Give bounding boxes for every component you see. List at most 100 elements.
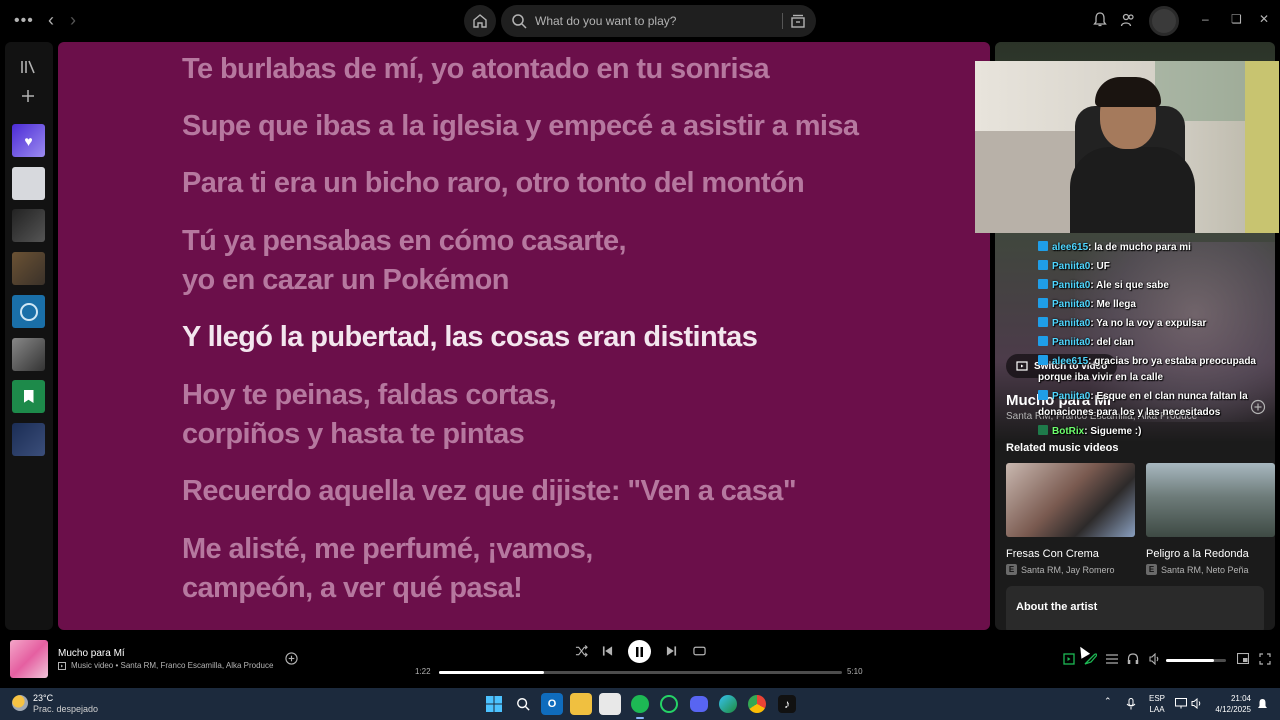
store-app-icon[interactable] xyxy=(599,693,621,715)
maximize-icon[interactable]: ❏ xyxy=(1231,12,1242,26)
explicit-badge: E xyxy=(1146,564,1157,575)
menu-dots-icon[interactable]: ••• xyxy=(14,12,34,30)
lyric-line[interactable]: Me alisté, me perfumé, ¡vamos, xyxy=(182,530,593,569)
related-video-title[interactable]: Fresas Con Crema xyxy=(1006,548,1135,560)
notification-icon[interactable] xyxy=(1257,698,1268,710)
playlist-thumb[interactable] xyxy=(12,295,45,328)
shuffle-icon[interactable] xyxy=(575,645,588,657)
chrome-taskbar-icon[interactable] xyxy=(746,693,768,715)
explicit-badge: E xyxy=(1006,564,1017,575)
search-bar[interactable] xyxy=(501,5,816,37)
video-badge-icon xyxy=(58,661,66,670)
pause-button[interactable] xyxy=(628,640,651,663)
edge-taskbar-icon[interactable] xyxy=(717,693,739,715)
connect-device-icon[interactable] xyxy=(1127,653,1139,665)
progress-fill xyxy=(439,671,544,674)
chat-badge-icon xyxy=(1038,317,1048,327)
artists-text: Santa RM, Neto Peña xyxy=(1161,564,1249,575)
related-video-card[interactable]: Peligro a la Redonda E Santa RM, Neto Peñ… xyxy=(1146,463,1275,575)
mini-player-icon[interactable] xyxy=(1237,653,1249,664)
lyric-line[interactable]: campeón, a ver qué pasa! xyxy=(182,569,523,608)
language-indicator[interactable]: ESP LAA xyxy=(1149,693,1165,715)
system-clock[interactable]: 21:04 4/12/2025 xyxy=(1211,693,1251,715)
playlist-thumb[interactable] xyxy=(12,338,45,371)
speaker-icon[interactable] xyxy=(1191,698,1203,709)
discord-taskbar-icon[interactable] xyxy=(688,693,710,715)
liked-songs-playlist[interactable]: ♥ xyxy=(12,124,45,157)
library-icon[interactable] xyxy=(19,59,37,75)
playlist-thumb[interactable] xyxy=(12,209,45,242)
video-thumbnail[interactable] xyxy=(1006,463,1135,537)
queue-icon[interactable] xyxy=(1106,654,1118,664)
plus-icon[interactable] xyxy=(21,89,35,103)
spotify-taskbar-icon[interactable] xyxy=(629,693,651,719)
progress-bar[interactable] xyxy=(439,671,842,674)
top-bar: ••• ‹ › – ❏ ✕ xyxy=(0,0,1280,42)
lyric-line[interactable]: corpiños y hasta te pintas xyxy=(182,415,525,454)
lyric-line[interactable]: Para ti era un bicho raro, otro tonto de… xyxy=(182,164,805,203)
lyric-line[interactable]: yo en cazar un Pokémon xyxy=(182,261,509,300)
add-to-library-icon[interactable] xyxy=(285,652,298,665)
chat-message: Paniita0: Ya no la voy a expulsar xyxy=(1038,316,1206,332)
search-input[interactable] xyxy=(535,14,775,28)
lyric-line[interactable]: Supe que ibas a la iglesia y empecé a as… xyxy=(182,107,859,146)
circle-icon xyxy=(19,302,38,321)
whatsapp-logo-icon xyxy=(660,695,678,713)
playlist-thumb[interactable] xyxy=(12,167,45,200)
library-sidebar: ♥ xyxy=(5,42,53,630)
playlist-thumb[interactable] xyxy=(12,423,45,456)
close-icon[interactable]: ✕ xyxy=(1259,12,1269,26)
fullscreen-icon[interactable] xyxy=(1259,653,1271,665)
related-video-title[interactable]: Peligro a la Redonda xyxy=(1146,548,1275,560)
chat-message: Paniita0: Ale si que sabe xyxy=(1038,278,1169,294)
home-button[interactable] xyxy=(464,5,496,37)
weather-temperature[interactable]: 23°C xyxy=(33,693,53,703)
artists-text: Santa RM, Jay Romero xyxy=(1021,564,1115,575)
volume-icon[interactable] xyxy=(1149,653,1161,665)
browse-icon[interactable] xyxy=(790,13,806,29)
lyric-line-active[interactable]: Y llegó la pubertad, las cosas eran dist… xyxy=(182,318,758,357)
repeat-icon[interactable] xyxy=(693,645,706,657)
chat-badge-icon xyxy=(1038,260,1048,270)
weather-condition[interactable]: Prac. despejado xyxy=(33,704,98,714)
tiktok-taskbar-icon[interactable]: ♪ xyxy=(776,693,798,715)
volume-slider[interactable] xyxy=(1166,659,1226,662)
previous-icon[interactable] xyxy=(602,645,613,657)
now-playing-artists[interactable]: Music video • Santa RM, Franco Escamilla… xyxy=(71,661,273,670)
start-button[interactable] xyxy=(483,693,505,715)
related-video-card[interactable]: Fresas Con Crema E Santa RM, Jay Romero xyxy=(1006,463,1135,575)
lyric-line[interactable]: Tú ya pensabas en cómo casarte, xyxy=(182,222,627,261)
video-thumbnail[interactable] xyxy=(1146,463,1275,537)
tray-chevron-icon[interactable]: ⌃ xyxy=(1104,696,1112,707)
minimize-icon[interactable]: – xyxy=(1202,12,1209,26)
taskbar-search-button[interactable] xyxy=(512,693,534,715)
webcam-overlay xyxy=(975,61,1279,233)
whatsapp-taskbar-icon[interactable] xyxy=(658,693,680,715)
lyric-line[interactable]: Recuerdo aquella vez que dijiste: "Ven a… xyxy=(182,472,797,511)
clock-date: 4/12/2025 xyxy=(1215,705,1251,714)
lyric-line[interactable]: Te burlabas de mí, yo atontado en tu son… xyxy=(182,50,770,89)
file-explorer-icon[interactable] xyxy=(570,693,592,715)
microphone-icon[interactable] xyxy=(1126,698,1136,710)
weather-icon[interactable] xyxy=(12,695,28,711)
back-arrow-icon[interactable]: ‹ xyxy=(48,10,54,31)
playlist-thumb[interactable] xyxy=(12,252,45,285)
bell-icon[interactable] xyxy=(1093,12,1107,28)
now-playing-view-icon[interactable] xyxy=(1063,653,1075,665)
now-playing-cover[interactable] xyxy=(10,640,48,678)
pause-icon xyxy=(636,646,643,657)
outlook-app-icon[interactable]: O xyxy=(541,693,563,715)
chat-badge-icon xyxy=(1038,355,1048,365)
chat-text: : Sigueme :) xyxy=(1084,426,1142,437)
avatar[interactable] xyxy=(1149,6,1179,36)
friends-activity-icon[interactable] xyxy=(1120,12,1136,28)
chat-badge-icon xyxy=(1038,298,1048,308)
lyric-line[interactable]: Hoy te peinas, faldas cortas, xyxy=(182,376,557,415)
chat-message: Paniita0: Me llega xyxy=(1038,297,1136,313)
about-the-artist[interactable]: About the artist xyxy=(1006,586,1264,630)
now-playing-title[interactable]: Mucho para Mí xyxy=(58,648,125,659)
forward-arrow-icon[interactable]: › xyxy=(70,10,76,31)
network-icon[interactable] xyxy=(1175,698,1187,709)
your-episodes-playlist[interactable] xyxy=(12,380,45,413)
next-icon[interactable] xyxy=(666,645,677,657)
